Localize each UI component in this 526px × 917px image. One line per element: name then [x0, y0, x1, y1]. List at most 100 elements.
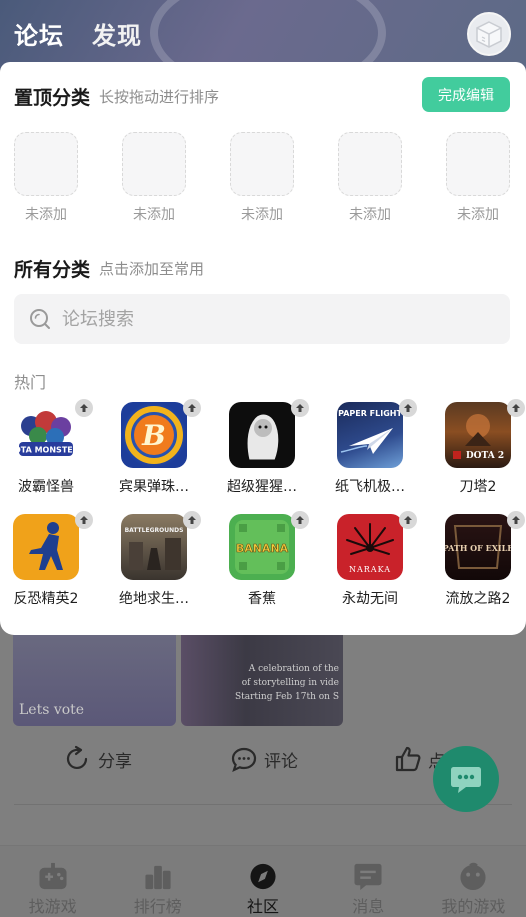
compass-icon	[250, 863, 276, 890]
paper-flight-icon: PAPER FLIGHT	[337, 402, 403, 468]
game-icon-frame	[229, 399, 309, 468]
pin-arrow-icon[interactable]	[399, 511, 417, 529]
comment-label: 评论	[264, 751, 298, 772]
game-name: 纸飞机极…	[335, 479, 405, 495]
tab-forum[interactable]: 论坛	[12, 16, 66, 51]
share-icon	[66, 745, 88, 770]
game-name: 香蕉	[248, 591, 276, 607]
done-editing-button[interactable]: 完成编辑	[422, 77, 510, 112]
svg-text:NARAKA: NARAKA	[349, 565, 391, 574]
game-icon-frame: B	[121, 399, 201, 468]
game-item-path-of-exile[interactable]: PATH OF EXILE 流放之路2	[426, 511, 526, 608]
nav-find-games[interactable]: 找游戏	[0, 846, 105, 917]
game-item-naraka[interactable]: NARAKA 永劫无间	[318, 511, 422, 608]
image-scribble: Lets vote	[19, 702, 85, 718]
game-icon-frame: NARAKA	[337, 511, 417, 580]
post-image-1[interactable]: Lets vote	[13, 630, 176, 726]
banana-icon: BANANA	[229, 514, 295, 580]
pin-arrow-icon[interactable]	[183, 399, 201, 417]
game-icon-frame	[13, 511, 93, 580]
comment-button[interactable]: 评论	[230, 745, 298, 773]
super-gorilla-icon	[229, 402, 295, 468]
nav-label: 排行榜	[133, 897, 182, 916]
slot-label: 未添加	[25, 207, 67, 223]
bottom-nav: 找游戏 排行榜 社区 消息 我的游戏	[0, 845, 526, 917]
game-item-dota-monsters[interactable]: DOTA MONSTERS 波霸怪兽	[0, 399, 98, 496]
chat-bubble-icon	[451, 767, 481, 793]
game-item-dota2[interactable]: DOTA 2 刀塔2	[426, 399, 526, 496]
slot-label: 未添加	[349, 207, 391, 223]
forum-search-input[interactable]	[62, 308, 462, 330]
game-name: 反恐精英2	[13, 591, 79, 607]
game-item-super-gorilla[interactable]: 超级猩猩…	[210, 399, 314, 496]
nav-label: 消息	[352, 897, 385, 916]
empty-slot-box	[14, 132, 78, 196]
nav-ranking[interactable]: 排行榜	[105, 846, 210, 917]
pin-arrow-icon[interactable]	[291, 399, 309, 417]
pinned-slot[interactable]: 未添加	[121, 132, 187, 224]
svg-text:BATTLEGROUNDS: BATTLEGROUNDS	[125, 527, 184, 534]
nav-community[interactable]: 社区	[210, 846, 315, 917]
game-name: 流放之路2	[445, 591, 511, 607]
share-label: 分享	[98, 751, 132, 772]
dota-monsters-icon: DOTA MONSTERS	[13, 402, 79, 468]
game-name: 永劫无间	[342, 591, 398, 607]
game-icon-frame: BATTLEGROUNDS	[121, 511, 201, 580]
svg-text:PATH OF EXILE: PATH OF EXILE	[445, 543, 511, 553]
svg-text:B: B	[141, 419, 166, 452]
category-panel: 置顶分类 长按拖动进行排序 完成编辑 未添加 未添加 未添加 未添加 未添加 所…	[0, 62, 526, 635]
game-icon-frame: DOTA MONSTERS	[13, 399, 93, 468]
counter-strike-icon	[13, 514, 79, 580]
game-item-paper-flight[interactable]: PAPER FLIGHT 纸飞机极…	[318, 399, 422, 496]
pubg-icon: BATTLEGROUNDS	[121, 514, 187, 580]
post-image-2[interactable]: A celebration of the of storytelling in …	[181, 630, 343, 726]
pin-arrow-icon[interactable]	[75, 399, 93, 417]
pinned-slot[interactable]: 未添加	[13, 132, 79, 224]
empty-slot-box	[230, 132, 294, 196]
nav-label: 我的游戏	[441, 897, 506, 916]
pin-arrow-icon[interactable]	[183, 511, 201, 529]
pinned-slot[interactable]: 未添加	[337, 132, 403, 224]
nav-messages[interactable]: 消息	[316, 846, 421, 917]
pin-arrow-icon[interactable]	[399, 399, 417, 417]
all-categories-title: 所有分类	[14, 259, 91, 281]
my-games-icon	[460, 862, 486, 891]
chat-fab-button[interactable]	[433, 746, 499, 812]
divider	[14, 804, 512, 805]
nav-my-games[interactable]: 我的游戏	[421, 846, 526, 917]
avatar[interactable]	[467, 12, 511, 56]
pin-arrow-icon[interactable]	[75, 511, 93, 529]
svg-text:PAPER FLIGHT: PAPER FLIGHT	[338, 409, 402, 418]
all-categories-hint: 点击添加至常用	[99, 260, 205, 278]
bingo-pinball-icon: B	[121, 402, 187, 468]
ranking-icon	[145, 865, 171, 890]
pinned-slot[interactable]: 未添加	[229, 132, 295, 224]
svg-text:BANANA: BANANA	[236, 542, 289, 555]
pinned-slot[interactable]: 未添加	[445, 132, 511, 224]
game-name: 超级猩猩…	[227, 479, 297, 495]
game-item-bingo-pinball[interactable]: B 宾果弹珠…	[102, 399, 206, 496]
pin-arrow-icon[interactable]	[291, 511, 309, 529]
pin-arrow-icon[interactable]	[507, 511, 525, 529]
empty-slot-box	[446, 132, 510, 196]
gamepad-icon	[39, 862, 67, 890]
game-item-pubg[interactable]: BATTLEGROUNDS 绝地求生…	[102, 511, 206, 608]
slot-label: 未添加	[241, 207, 283, 223]
dota2-icon: DOTA 2	[445, 402, 511, 468]
game-name: 绝地求生…	[119, 591, 189, 607]
slot-label: 未添加	[133, 207, 175, 223]
path-of-exile-icon: PATH OF EXILE	[445, 514, 511, 580]
game-item-banana[interactable]: BANANA 香蕉	[210, 511, 314, 608]
share-button[interactable]: 分享	[64, 745, 132, 773]
hot-section-label: 热门	[14, 373, 47, 392]
game-name: 刀塔2	[459, 479, 497, 495]
like-icon	[395, 746, 421, 772]
forum-search-bar[interactable]	[14, 294, 510, 344]
svg-text:DOTA MONSTERS: DOTA MONSTERS	[13, 446, 79, 455]
naraka-icon: NARAKA	[337, 514, 403, 580]
tab-discover[interactable]: 发现	[92, 16, 142, 51]
game-item-counter-strike[interactable]: 反恐精英2	[0, 511, 98, 608]
pin-arrow-icon[interactable]	[507, 399, 525, 417]
game-icon-frame: PATH OF EXILE	[445, 511, 525, 580]
cube-avatar-icon	[476, 21, 502, 48]
